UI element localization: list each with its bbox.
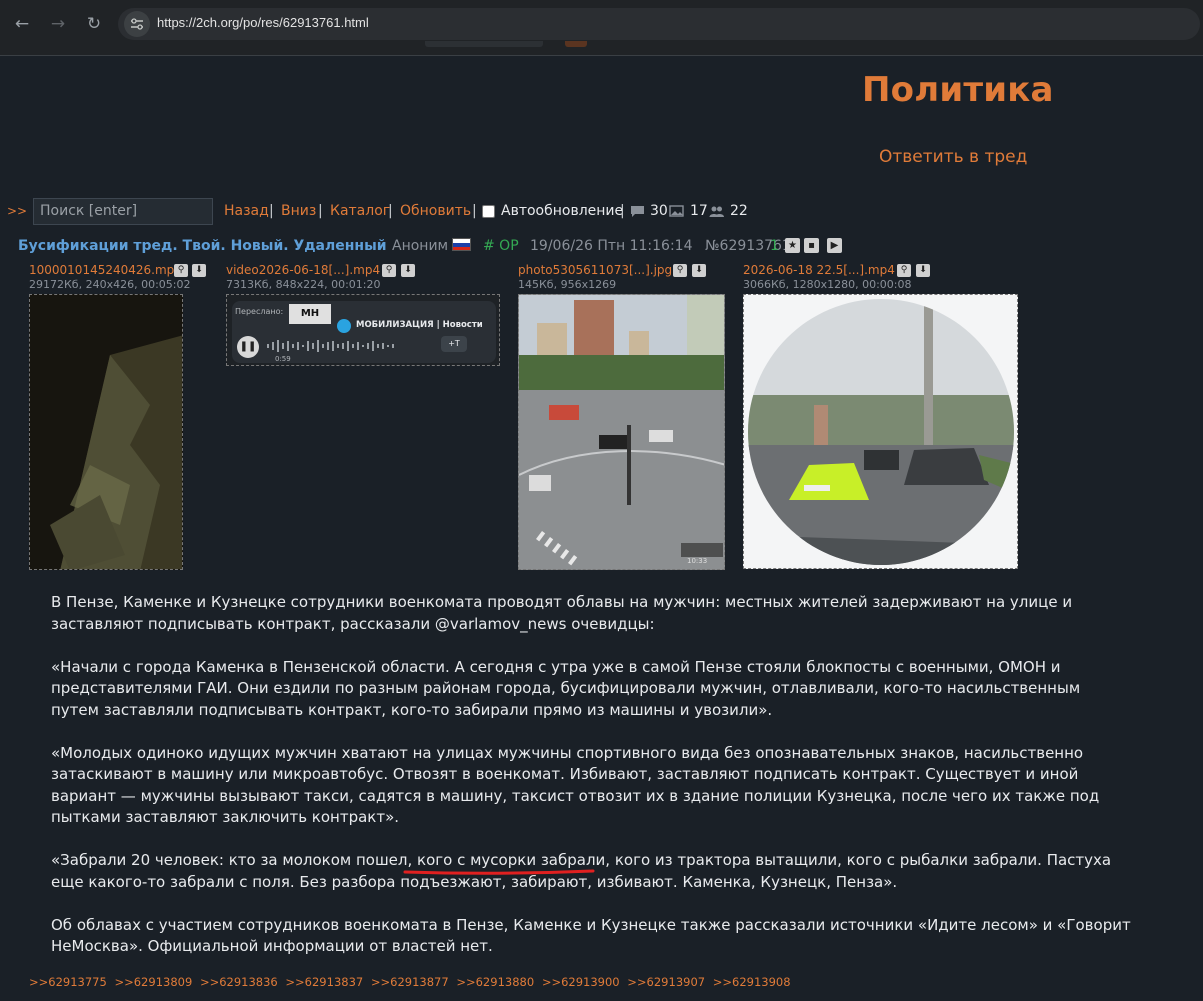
magnify-icon[interactable]: ⚲	[673, 264, 687, 277]
photo-timestamp: 10:33	[687, 557, 708, 565]
reload-icon[interactable]: ↻	[82, 12, 106, 36]
reply-link[interactable]: >>62913877	[371, 975, 449, 989]
download-icon[interactable]: ⬇	[192, 264, 206, 277]
pause-icon[interactable]: ❚❚	[237, 336, 259, 358]
file-name[interactable]: video2026-06-18[...].mp4	[226, 263, 380, 277]
url-text: https://2ch.org/po/res/62913761.html	[157, 15, 369, 30]
attachment-2: video2026-06-18[...].mp4 ⚲ ⬇ 7313Кб, 848…	[226, 263, 506, 371]
board-title: Политика	[862, 70, 1054, 110]
images-count-icon	[669, 205, 684, 217]
video-thumbnail-1[interactable]	[29, 294, 183, 570]
reply-link[interactable]: >>62913907	[627, 975, 705, 989]
site-settings-icon[interactable]	[124, 11, 150, 37]
magnify-icon[interactable]: ⚲	[382, 264, 396, 277]
forward-arrow-icon[interactable]: →	[46, 12, 70, 36]
forwarded-label: Переслано:	[235, 307, 284, 316]
posters-count-icon	[709, 206, 724, 217]
toolbar-separator: |	[388, 203, 393, 219]
bookmark-strip	[425, 41, 587, 49]
post-header: Бусификации тред. Твой. Новый. Удаленный…	[18, 235, 1198, 257]
url-host: https://2ch.org	[157, 15, 240, 30]
attachment-4: 2026-06-18 22.5[...].mp4 ⚲ ⬇ 3066Кб, 128…	[743, 263, 1023, 571]
thread-toolbar: >> Поиск [enter] Назад | Вниз | Каталог …	[7, 198, 1197, 225]
waveform	[267, 340, 394, 352]
video-thumbnail-4[interactable]	[743, 294, 1018, 569]
browser-toolbar: ← → ↻ https://2ch.org/po/res/62913761.ht…	[0, 0, 1203, 56]
posts-count-icon	[631, 206, 644, 217]
download-icon[interactable]: ⬇	[692, 264, 706, 277]
channel-name: МОБИЛИЗАЦИЯ | Новости	[356, 320, 483, 330]
file-info: 145Кб, 956x1269	[518, 278, 617, 291]
post-author: Аноним	[392, 238, 449, 254]
file-info: 7313Кб, 848x224, 00:01:20	[226, 278, 381, 291]
posters-count: 22	[730, 203, 748, 219]
attachment-1: 1000010145240426.mp4 ⚲ ⬇ 29172Кб, 240x42…	[29, 263, 214, 571]
attachment-3: photo5305611073[...].jpg ⚲ ⬇ 145Кб, 956x…	[518, 263, 730, 571]
voice-time: 0:59	[275, 355, 291, 363]
reply-link[interactable]: >>62913900	[542, 975, 620, 989]
file-name[interactable]: 1000010145240426.mp4	[29, 263, 182, 277]
download-icon[interactable]: ⬇	[916, 264, 930, 277]
post-paragraph: Об облавах с участием сотрудников военко…	[51, 915, 1131, 956]
minimize-icon[interactable]: ▪	[804, 238, 819, 253]
catalog-link[interactable]: Каталог	[330, 198, 390, 225]
back-link[interactable]: Назад	[224, 198, 269, 225]
reply-link[interactable]: >>62913775	[29, 975, 107, 989]
toolbar-separator: |	[472, 203, 477, 219]
star-icon[interactable]: ★	[785, 238, 800, 253]
bookmark-shadow-accent	[565, 41, 587, 47]
thread-subject: Бусификации тред. Твой. Новый. Удаленный	[18, 238, 387, 254]
file-name[interactable]: photo5305611073[...].jpg	[518, 263, 672, 277]
play-icon[interactable]: ▶	[827, 238, 842, 253]
url-path: /po/res/62913761.html	[239, 15, 369, 30]
russia-flag-icon	[452, 238, 471, 251]
post-count: 1	[770, 238, 779, 254]
posts-count: 30	[650, 203, 668, 219]
post-paragraph: В Пензе, Каменке и Кузнецке сотрудники в…	[51, 593, 1073, 633]
autoupdate-label: Автообновление	[501, 203, 624, 219]
images-count: 17	[690, 203, 708, 219]
file-info: 29172Кб, 240x426, 00:05:02	[29, 278, 191, 291]
transcribe-button[interactable]: +T	[441, 336, 467, 352]
video-thumbnail-2[interactable]: Переслано: МН МОБИЛИЗАЦИЯ | Новости ❚❚ 0…	[226, 294, 500, 366]
autoupdate-checkbox[interactable]	[482, 205, 495, 218]
file-info: 3066Кб, 1280x1280, 00:00:08	[743, 278, 912, 291]
magnify-icon[interactable]: ⚲	[174, 264, 188, 277]
address-bar[interactable]: https://2ch.org/po/res/62913761.html	[118, 8, 1200, 40]
reply-link[interactable]: >>62913908	[713, 975, 791, 989]
down-link[interactable]: Вниз	[281, 198, 316, 225]
magnify-icon[interactable]: ⚲	[897, 264, 911, 277]
op-badge: # OP	[483, 238, 519, 254]
back-arrow-icon[interactable]: ←	[10, 12, 34, 36]
red-underline-annotation	[403, 869, 595, 875]
toolbar-separator: |	[620, 203, 625, 219]
bookmark-shadow	[425, 41, 543, 47]
download-icon[interactable]: ⬇	[401, 264, 415, 277]
reply-link[interactable]: >>62913809	[114, 975, 192, 989]
toolbar-separator: |	[318, 203, 323, 219]
reply-link[interactable]: >>62913836	[200, 975, 278, 989]
photo-thumbnail-3[interactable]: 10:33	[518, 294, 725, 570]
telegram-icon	[337, 319, 351, 333]
reply-to-thread-link[interactable]: Ответить в тред	[879, 147, 1027, 167]
post-paragraph: «Молодых одиноко идущих мужчин хватают н…	[51, 743, 1100, 827]
search-input[interactable]: Поиск [enter]	[33, 198, 213, 225]
toolbar-separator: |	[269, 203, 274, 219]
refresh-link[interactable]: Обновить	[400, 198, 471, 225]
post-date: 19/06/26 Птн 11:16:14	[530, 238, 693, 254]
reply-link[interactable]: >>62913837	[285, 975, 363, 989]
file-name[interactable]: 2026-06-18 22.5[...].mp4	[743, 263, 895, 277]
post-paragraph: «Начали с города Каменка в Пензенской об…	[51, 657, 1081, 719]
post-body: В Пензе, Каменке и Кузнецке сотрудники в…	[51, 592, 1131, 979]
replies-list: >>62913775 >>62913809 >>62913836 >>62913…	[29, 975, 795, 989]
channel-logo: МН	[289, 304, 331, 324]
toolbar-arrows: >>	[7, 204, 28, 218]
reply-link[interactable]: >>62913880	[456, 975, 534, 989]
